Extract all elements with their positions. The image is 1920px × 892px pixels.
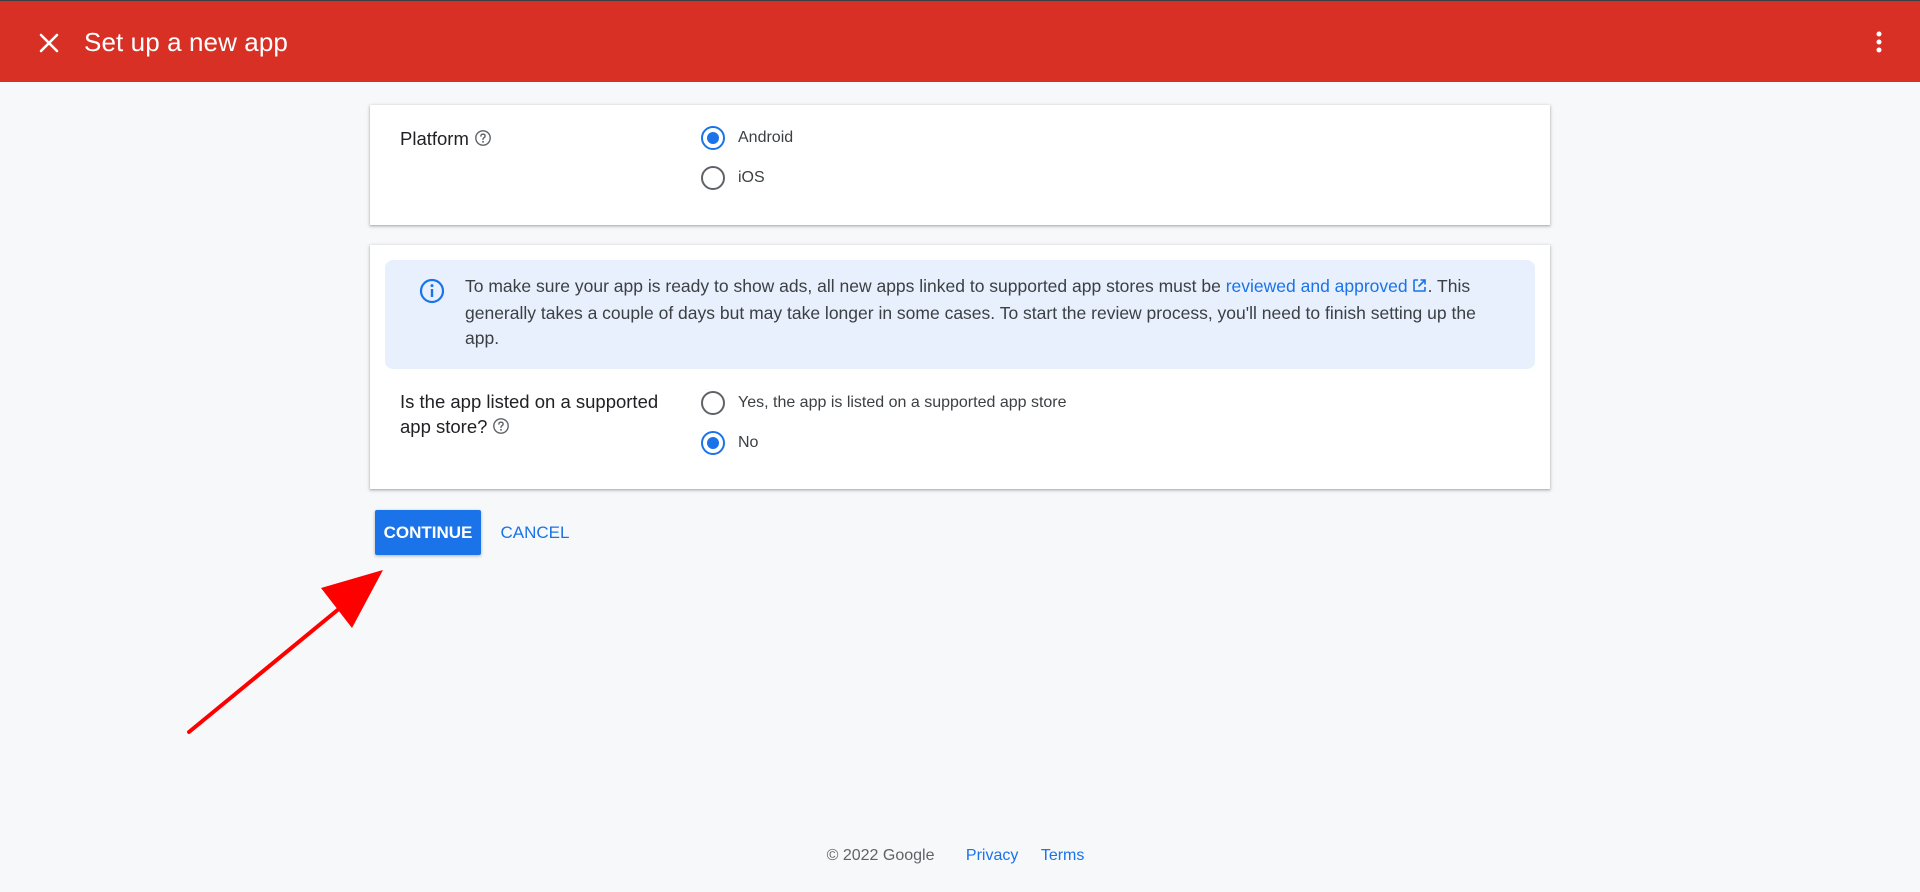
radio-android[interactable] [701, 126, 725, 150]
platform-option-android[interactable]: Android [701, 124, 793, 152]
annotation-arrow-icon [187, 570, 383, 734]
reviewed-and-approved-link-text: reviewed and approved [1225, 276, 1408, 296]
app-store-option-yes[interactable]: Yes, the app is listed on a supported ap… [701, 389, 1067, 417]
radio-label-no: No [738, 434, 759, 451]
app-store-card: To make sure your app is ready to show a… [370, 245, 1550, 489]
cancel-button[interactable]: CANCEL [490, 510, 580, 555]
info-icon [419, 278, 445, 304]
help-icon[interactable] [474, 128, 492, 153]
radio-no[interactable] [701, 431, 725, 455]
page-title: Set up a new app [84, 27, 288, 57]
reviewed-and-approved-link[interactable]: reviewed and approved [1226, 276, 1428, 296]
review-info-banner: To make sure your app is ready to show a… [385, 260, 1535, 369]
open-in-new-icon [1411, 276, 1428, 301]
review-info-text: To make sure your app is ready to show a… [465, 274, 1505, 351]
radio-ios[interactable] [701, 166, 725, 190]
close-icon [39, 33, 59, 53]
privacy-link[interactable]: Privacy [966, 847, 1018, 865]
app-store-question-text: Is the app listed on a supported app sto… [400, 391, 659, 437]
more-options-button[interactable] [1862, 25, 1896, 59]
footer: © 2022 Google Privacy Terms [0, 847, 1920, 865]
more-vert-icon [1876, 31, 1882, 53]
platform-option-ios[interactable]: iOS [701, 164, 765, 192]
radio-yes[interactable] [701, 391, 725, 415]
close-button[interactable] [32, 26, 66, 60]
platform-label: Platform [400, 126, 492, 153]
platform-label-text: Platform [400, 128, 469, 149]
help-icon[interactable] [492, 416, 510, 441]
app-store-option-no[interactable]: No [701, 429, 758, 457]
radio-label-ios: iOS [738, 169, 765, 186]
radio-label-yes: Yes, the app is listed on a supported ap… [738, 394, 1067, 411]
continue-button[interactable]: CONTINUE [375, 510, 481, 555]
review-info-text-start: To make sure your app is ready to show a… [465, 276, 1226, 296]
copyright-text: © 2022 Google [826, 847, 935, 864]
platform-card: Platform Android iOS [370, 105, 1550, 225]
app-header: Set up a new app [0, 0, 1920, 82]
radio-label-android: Android [738, 129, 794, 146]
terms-link[interactable]: Terms [1041, 847, 1085, 865]
app-store-question-label: Is the app listed on a supported app sto… [400, 389, 690, 441]
